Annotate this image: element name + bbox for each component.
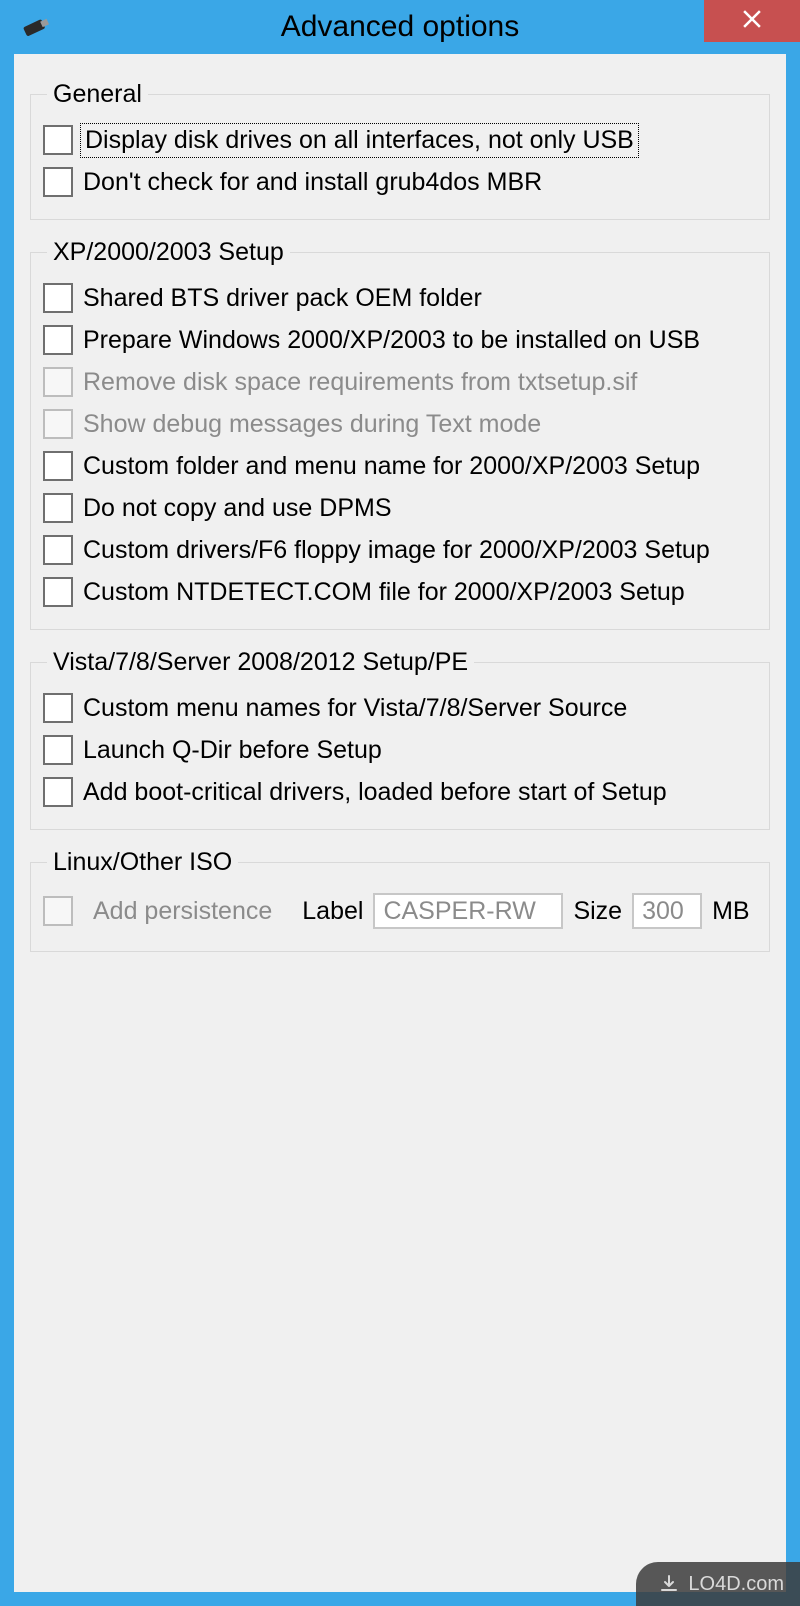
usb-drive-icon: [18, 13, 54, 41]
checkbox-label[interactable]: Add boot-critical drivers, loaded before…: [83, 778, 667, 807]
group-xp-setup: XP/2000/2003 Setup Shared BTS driver pac…: [30, 238, 770, 630]
checkbox-launch-qdir[interactable]: [43, 735, 73, 765]
checkbox-prepare-usb[interactable]: [43, 325, 73, 355]
checkbox-remove-disk-space: [43, 367, 73, 397]
checkbox-show-debug: [43, 409, 73, 439]
group-general-legend: General: [47, 80, 148, 109]
checkbox-row: Custom menu names for Vista/7/8/Server S…: [43, 687, 757, 729]
download-icon: [658, 1573, 680, 1595]
checkbox-row: Show debug messages during Text mode: [43, 403, 757, 445]
persistence-size-input[interactable]: 300: [632, 893, 702, 929]
checkbox-label: Remove disk space requirements from txts…: [83, 368, 637, 397]
client-area: General Display disk drives on all inter…: [14, 54, 786, 972]
checkbox-label[interactable]: Don't check for and install grub4dos MBR: [83, 168, 542, 197]
checkbox-row: Custom NTDETECT.COM file for 2000/XP/200…: [43, 571, 757, 613]
checkbox-label[interactable]: Custom folder and menu name for 2000/XP/…: [83, 452, 700, 481]
checkbox-no-dpms[interactable]: [43, 493, 73, 523]
checkbox-label[interactable]: Do not copy and use DPMS: [83, 494, 392, 523]
checkbox-row: Custom folder and menu name for 2000/XP/…: [43, 445, 757, 487]
watermark-text: LO4D.com: [688, 1573, 784, 1596]
checkbox-row: Display disk drives on all interfaces, n…: [43, 119, 757, 161]
checkbox-row: Remove disk space requirements from txts…: [43, 361, 757, 403]
checkbox-custom-folder-menu[interactable]: [43, 451, 73, 481]
checkbox-add-persistence: [43, 896, 73, 926]
close-icon: [742, 9, 762, 34]
group-xp-legend: XP/2000/2003 Setup: [47, 238, 290, 267]
checkbox-shared-bts[interactable]: [43, 283, 73, 313]
checkbox-label[interactable]: Custom NTDETECT.COM file for 2000/XP/200…: [83, 578, 685, 607]
group-linux-legend: Linux/Other ISO: [47, 848, 238, 877]
group-general: General Display disk drives on all inter…: [30, 80, 770, 220]
titlebar: Advanced options: [0, 0, 800, 54]
persistence-label-input[interactable]: CASPER-RW: [373, 893, 563, 929]
checkbox-label: Add persistence: [93, 897, 272, 926]
checkbox-custom-ntdetect[interactable]: [43, 577, 73, 607]
checkbox-label: Show debug messages during Text mode: [83, 410, 541, 439]
checkbox-row: Don't check for and install grub4dos MBR: [43, 161, 757, 203]
group-linux-iso: Linux/Other ISO Add persistence Label CA…: [30, 848, 770, 952]
checkbox-custom-drivers-f6[interactable]: [43, 535, 73, 565]
label-label: Label: [302, 897, 363, 926]
size-unit: MB: [712, 897, 750, 926]
window-title: Advanced options: [0, 10, 800, 44]
checkbox-no-grub4dos[interactable]: [43, 167, 73, 197]
checkbox-label[interactable]: Display disk drives on all interfaces, n…: [83, 126, 636, 155]
group-vista-setup: Vista/7/8/Server 2008/2012 Setup/PE Cust…: [30, 648, 770, 830]
watermark: LO4D.com: [636, 1562, 800, 1606]
size-label: Size: [573, 897, 622, 926]
checkbox-custom-menu-vista[interactable]: [43, 693, 73, 723]
checkbox-row: Shared BTS driver pack OEM folder: [43, 277, 757, 319]
checkbox-label[interactable]: Custom menu names for Vista/7/8/Server S…: [83, 694, 627, 723]
checkbox-row: Launch Q-Dir before Setup: [43, 729, 757, 771]
checkbox-label[interactable]: Prepare Windows 2000/XP/2003 to be insta…: [83, 326, 700, 355]
checkbox-row: Do not copy and use DPMS: [43, 487, 757, 529]
close-button[interactable]: [704, 0, 800, 42]
checkbox-label[interactable]: Shared BTS driver pack OEM folder: [83, 284, 482, 313]
checkbox-boot-critical-drivers[interactable]: [43, 777, 73, 807]
checkbox-row: Custom drivers/F6 floppy image for 2000/…: [43, 529, 757, 571]
checkbox-display-all-interfaces[interactable]: [43, 125, 73, 155]
checkbox-label[interactable]: Custom drivers/F6 floppy image for 2000/…: [83, 536, 710, 565]
group-vista-legend: Vista/7/8/Server 2008/2012 Setup/PE: [47, 648, 474, 677]
checkbox-row: Add boot-critical drivers, loaded before…: [43, 771, 757, 813]
checkbox-label[interactable]: Launch Q-Dir before Setup: [83, 736, 382, 765]
persistence-row: Add persistence Label CASPER-RW Size 300…: [43, 887, 757, 935]
dialog-window: Advanced options General Display disk dr…: [0, 0, 800, 1606]
checkbox-row: Prepare Windows 2000/XP/2003 to be insta…: [43, 319, 757, 361]
